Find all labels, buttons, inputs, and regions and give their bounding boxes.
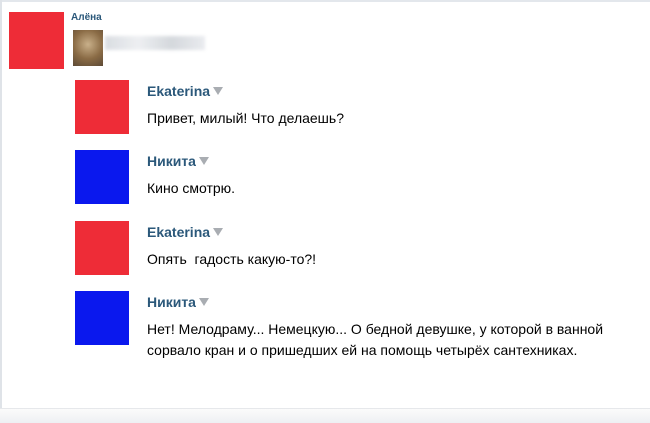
frame-left-border bbox=[0, 0, 2, 423]
avatar[interactable] bbox=[75, 80, 129, 134]
author-line: Никита bbox=[147, 294, 209, 310]
avatar[interactable] bbox=[75, 221, 129, 275]
dropdown-arrow-icon[interactable] bbox=[213, 228, 224, 236]
header-attached-photo[interactable] bbox=[73, 30, 103, 66]
message-text: Опять гадость какую-то?! bbox=[147, 251, 317, 267]
author-name[interactable]: Ekaterina bbox=[147, 83, 210, 99]
message-text: Привет, милый! Что делаешь? bbox=[147, 110, 344, 126]
header-author-name[interactable]: Алёна bbox=[71, 12, 102, 23]
author-name[interactable]: Никита bbox=[147, 153, 196, 169]
author-name[interactable]: Никита bbox=[147, 294, 196, 310]
frame-top-border bbox=[0, 0, 650, 2]
frame-bottom-border bbox=[0, 408, 650, 423]
header-blurred-text bbox=[105, 36, 205, 50]
header-avatar[interactable] bbox=[9, 12, 64, 69]
message-text: Кино смотрю. bbox=[147, 180, 236, 196]
author-name[interactable]: Ekaterina bbox=[147, 224, 210, 240]
author-line: Ekaterina bbox=[147, 224, 224, 240]
dropdown-arrow-icon[interactable] bbox=[213, 87, 224, 95]
avatar[interactable] bbox=[75, 150, 129, 204]
dropdown-arrow-icon[interactable] bbox=[198, 157, 209, 165]
author-line: Ekaterina bbox=[147, 83, 224, 99]
dropdown-arrow-icon[interactable] bbox=[198, 298, 209, 306]
message-text: Нет! Мелодраму... Немецкую... О бедной д… bbox=[147, 321, 604, 358]
avatar[interactable] bbox=[75, 291, 129, 345]
author-line: Никита bbox=[147, 153, 209, 169]
